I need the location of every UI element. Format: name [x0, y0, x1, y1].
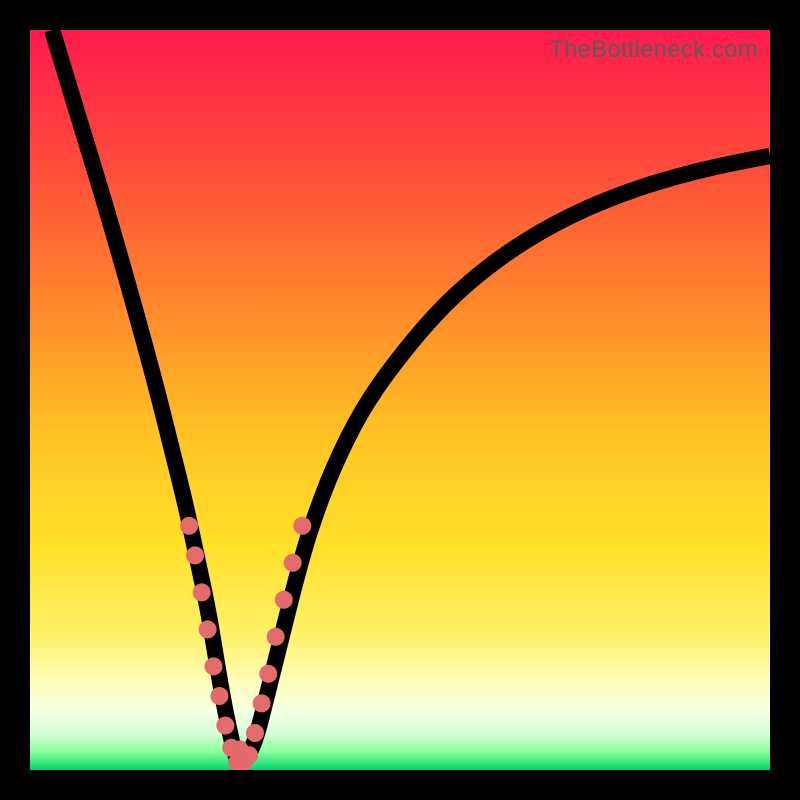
highlight-dot	[205, 657, 223, 675]
chart-frame: TheBottleneck.com	[0, 0, 800, 800]
highlight-dot	[259, 665, 277, 683]
highlight-dot	[216, 717, 234, 735]
highlight-dot	[180, 517, 198, 535]
curve-layer	[30, 30, 770, 770]
highlight-dot	[199, 620, 217, 638]
highlight-dot	[210, 687, 228, 705]
plot-area: TheBottleneck.com	[30, 30, 770, 770]
highlight-dot	[246, 724, 264, 742]
highlight-dot	[186, 546, 204, 564]
highlight-dot	[267, 628, 285, 646]
highlight-dot	[275, 591, 293, 609]
highlight-dot	[253, 694, 271, 712]
highlight-dot	[193, 583, 211, 601]
highlight-dot	[284, 554, 302, 572]
highlight-dot	[240, 746, 258, 764]
highlight-dot	[293, 517, 311, 535]
bottleneck-curve	[52, 30, 770, 763]
highlight-dots	[180, 517, 311, 770]
